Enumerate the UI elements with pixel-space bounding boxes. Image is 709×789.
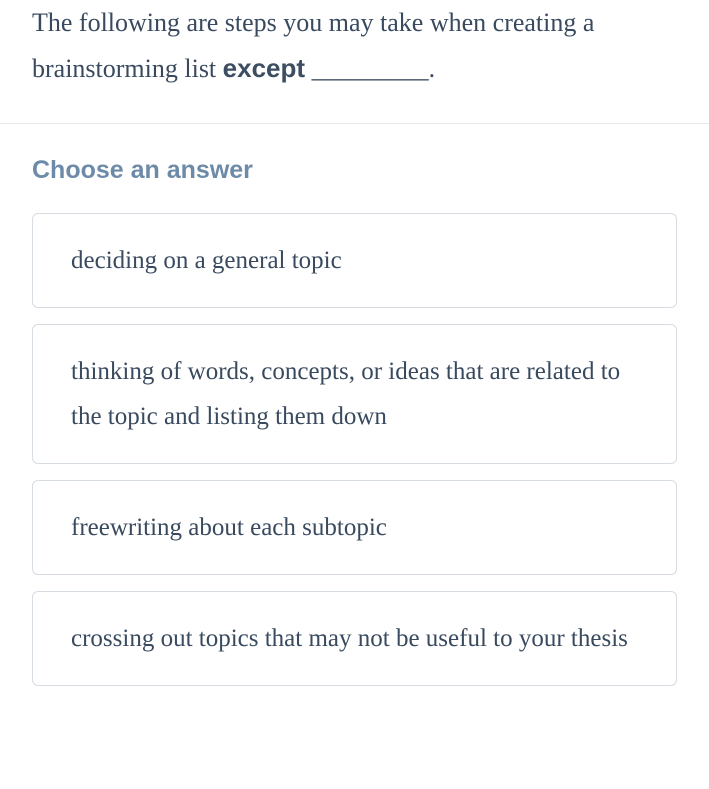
answer-option-text: freewriting about each subtopic (71, 514, 387, 541)
question-suffix: _________. (305, 54, 435, 83)
answer-section: Choose an answer deciding on a general t… (0, 124, 709, 734)
answer-option-0[interactable]: deciding on a general topic (32, 213, 677, 308)
choose-answer-label: Choose an answer (32, 156, 677, 185)
answer-option-1[interactable]: thinking of words, concepts, or ideas th… (32, 324, 677, 464)
answer-option-3[interactable]: crossing out topics that may not be usef… (32, 591, 677, 686)
answer-option-text: deciding on a general topic (71, 247, 342, 274)
question-bold: except (223, 53, 305, 83)
answer-option-text: crossing out topics that may not be usef… (71, 625, 628, 652)
answer-option-2[interactable]: freewriting about each subtopic (32, 480, 677, 575)
question-text: The following are steps you may take whe… (32, 0, 677, 91)
answer-option-text: thinking of words, concepts, or ideas th… (71, 358, 620, 430)
question-section: The following are steps you may take whe… (0, 0, 709, 124)
